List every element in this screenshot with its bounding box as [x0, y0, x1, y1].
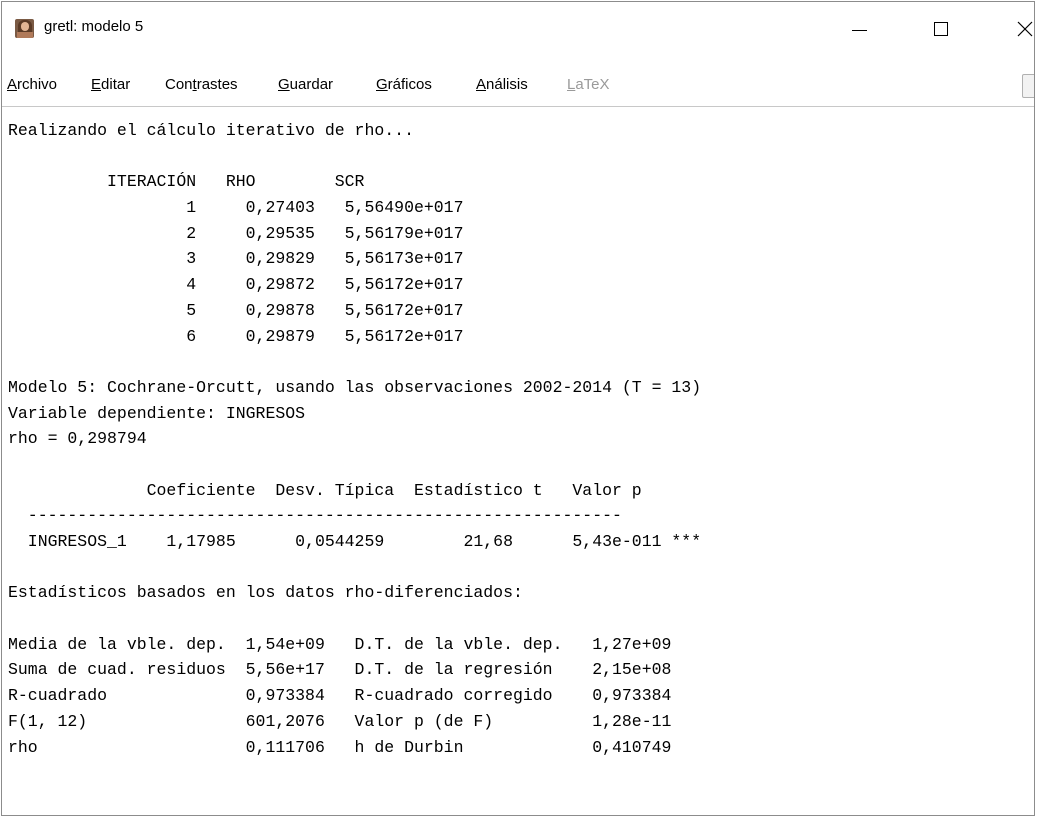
menu-archivo[interactable]: Archivo	[7, 76, 57, 93]
toolbar-icon[interactable]	[1022, 74, 1034, 98]
menu-guardar[interactable]: Guardar	[278, 76, 333, 93]
title-bar[interactable]: gretl: modelo 5	[2, 2, 1034, 54]
menu-latex[interactable]: LaTeX	[567, 76, 610, 93]
gretl-model-window: gretl: modelo 5 Archivo Editar Contraste…	[1, 1, 1035, 816]
statistics-row: R-cuadrado 0,973384 R-cuadrado corregido…	[8, 686, 672, 706]
statistics-row: F(1, 12) 601,2076 Valor p (de F) 1,28e-1…	[8, 711, 672, 731]
menu-contrastes[interactable]: Contrastes	[165, 76, 238, 93]
close-button[interactable]	[1008, 12, 1034, 46]
iteration-row: 2 0,29535 5,56179e+017	[8, 223, 464, 243]
dependent-variable-line: Variable dependiente: INGRESOS	[8, 403, 306, 423]
rho-line: rho = 0,298794	[8, 429, 147, 449]
statistics-row: Suma de cuad. residuos 5,56e+17 D.T. de …	[8, 660, 672, 680]
menu-analisis[interactable]: Análisis	[476, 76, 528, 93]
menu-editar[interactable]: Editar	[91, 76, 130, 93]
coefficient-table-header: Coeficiente Desv. Típica Estadístico t V…	[8, 480, 642, 500]
table-separator: ----------------------------------------…	[8, 506, 622, 526]
iteration-row: 1 0,27403 5,56490e+017	[8, 198, 464, 218]
iteration-row: 5 0,29878 5,56172e+017	[8, 300, 464, 320]
model-heading: Modelo 5: Cochrane-Orcutt, usando las ob…	[8, 377, 702, 397]
minimize-button[interactable]	[838, 12, 878, 46]
iteration-row: 3 0,29829 5,56173e+017	[8, 249, 464, 269]
coefficient-row: INGRESOS_1 1,17985 0,0544259 21,68 5,43e…	[8, 532, 702, 551]
menu-bar: Archivo Editar Contrastes Guardar Gráfic…	[2, 66, 1034, 107]
window-title: gretl: modelo 5	[44, 18, 144, 35]
iteration-row: 6 0,29879 5,56172e+017	[8, 326, 464, 346]
app-icon	[15, 19, 34, 38]
close-icon	[1017, 21, 1033, 37]
model-output-text: Realizando el cálculo iterativo de rho..…	[8, 118, 1028, 815]
iteration-row: 4 0,29872 5,56172e+017	[8, 275, 464, 295]
maximize-button[interactable]	[920, 12, 960, 46]
menu-graficos[interactable]: Gráficos	[376, 76, 432, 93]
statistics-heading: Estadísticos basados en los datos rho-di…	[8, 583, 523, 603]
iteration-table-header: ITERACIÓN RHO SCR	[8, 172, 365, 192]
output-line: Realizando el cálculo iterativo de rho..…	[8, 121, 414, 140]
statistics-row: rho 0,111706 h de Durbin 0,410749	[8, 737, 672, 757]
statistics-row: Media de la vble. dep. 1,54e+09 D.T. de …	[8, 634, 672, 654]
